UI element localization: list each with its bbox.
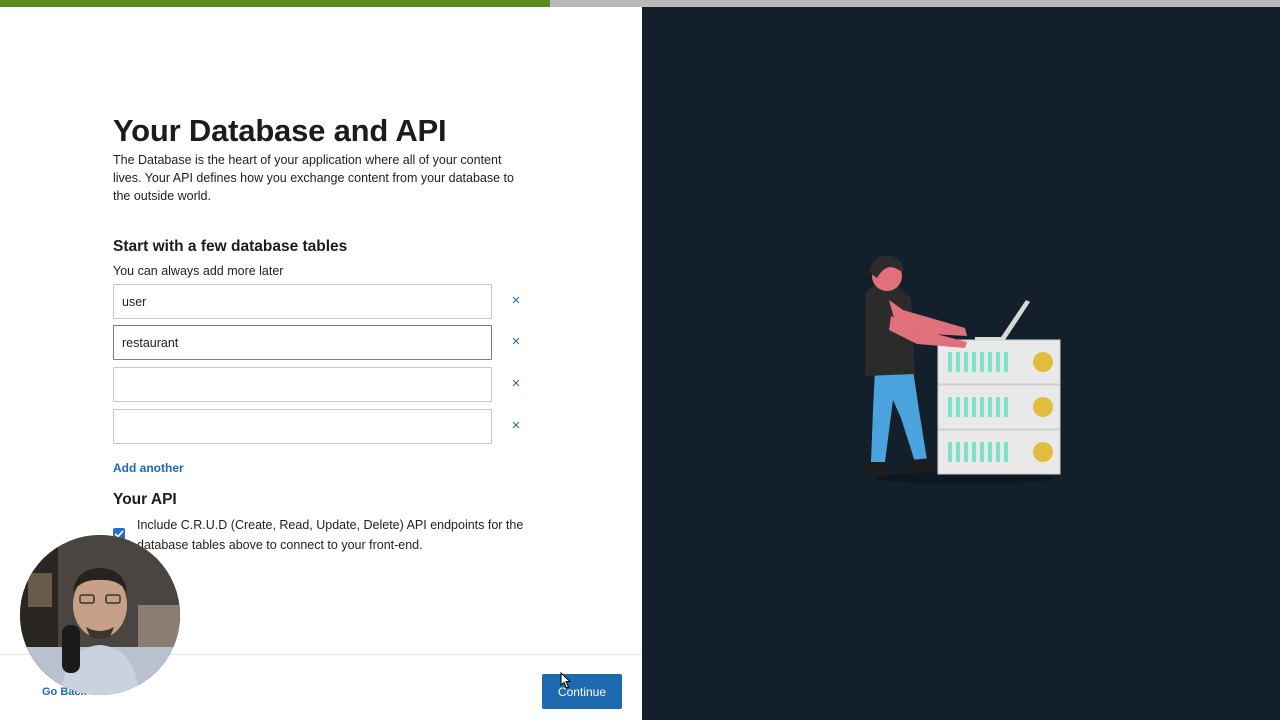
- table-name-input[interactable]: [113, 409, 492, 444]
- table-row: ×: [113, 325, 533, 360]
- progress-bar: [0, 0, 1280, 7]
- remove-table-close-icon[interactable]: ×: [509, 375, 523, 393]
- webcam-overlay: [20, 535, 180, 695]
- table-name-input[interactable]: [113, 367, 492, 402]
- page-title: Your Database and API: [113, 113, 447, 148]
- mouse-cursor-icon: [560, 672, 572, 689]
- remove-table-close-icon[interactable]: ×: [509, 292, 523, 310]
- tables-section-subtitle: You can always add more later: [113, 264, 284, 278]
- person-laptop-server-icon: [865, 255, 1061, 484]
- crud-checkbox-label: Include C.R.U.D (Create, Read, Update, D…: [137, 518, 524, 552]
- remove-table-close-icon[interactable]: ×: [509, 417, 523, 435]
- table-name-input[interactable]: [113, 284, 492, 319]
- table-row: ×: [113, 409, 533, 444]
- table-row: ×: [113, 284, 533, 319]
- continue-button[interactable]: Continue: [542, 674, 622, 709]
- api-section-title: Your API: [113, 491, 177, 508]
- table-name-input[interactable]: [113, 325, 492, 360]
- presenter-avatar: [20, 535, 180, 695]
- tables-section-title: Start with a few database tables: [113, 238, 348, 255]
- remove-table-close-icon[interactable]: ×: [509, 333, 523, 351]
- developer-server-illustration: [855, 250, 1070, 495]
- table-row: ×: [113, 367, 533, 402]
- page-intro: The Database is the heart of your applic…: [113, 153, 514, 203]
- add-another-link[interactable]: Add another: [113, 461, 184, 475]
- progress-bar-fill: [0, 0, 551, 7]
